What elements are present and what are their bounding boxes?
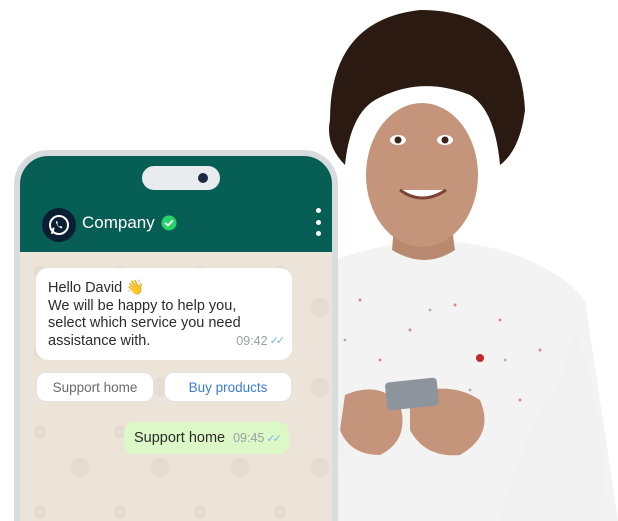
verified-check-icon bbox=[161, 215, 177, 231]
contact-title[interactable]: Company bbox=[82, 213, 177, 233]
quick-reply-buy-products[interactable]: Buy products bbox=[164, 372, 292, 402]
message-line: Hello David 👋 bbox=[48, 280, 145, 296]
outgoing-message-bubble: Support home 09:45 ✓✓ bbox=[124, 422, 289, 454]
handheld-phone bbox=[385, 377, 439, 411]
incoming-message-bubble: Hello David 👋 We will be happy to help y… bbox=[36, 268, 292, 360]
outgoing-message-text: Support home bbox=[134, 430, 226, 446]
contact-name: Company bbox=[82, 213, 155, 232]
message-time: 09:42 bbox=[236, 333, 268, 348]
message-meta: 09:45 ✓✓ bbox=[233, 431, 282, 445]
message-line: We will be happy to help you, bbox=[48, 297, 237, 314]
camera-notch bbox=[142, 166, 220, 190]
front-camera bbox=[198, 173, 208, 183]
phone-screen: Company Hello David 👋 We will be happy t… bbox=[20, 156, 332, 521]
face bbox=[366, 103, 478, 247]
message-line: select which service you need bbox=[48, 315, 241, 331]
chat-area: Hello David 👋 We will be happy to help y… bbox=[20, 252, 332, 521]
message-time: 09:45 bbox=[233, 431, 265, 445]
chat-header: Company bbox=[20, 156, 332, 252]
phone-mockup: Company Hello David 👋 We will be happy t… bbox=[14, 150, 338, 521]
message-meta: 09:42 ✓✓ bbox=[236, 333, 286, 351]
more-vertical-icon[interactable] bbox=[314, 208, 322, 236]
double-check-icon: ✓✓ bbox=[269, 334, 286, 347]
quick-reply-support-home[interactable]: Support home bbox=[36, 372, 154, 402]
double-check-icon: ✓✓ bbox=[266, 432, 282, 445]
whatsapp-logo-icon bbox=[42, 208, 76, 242]
